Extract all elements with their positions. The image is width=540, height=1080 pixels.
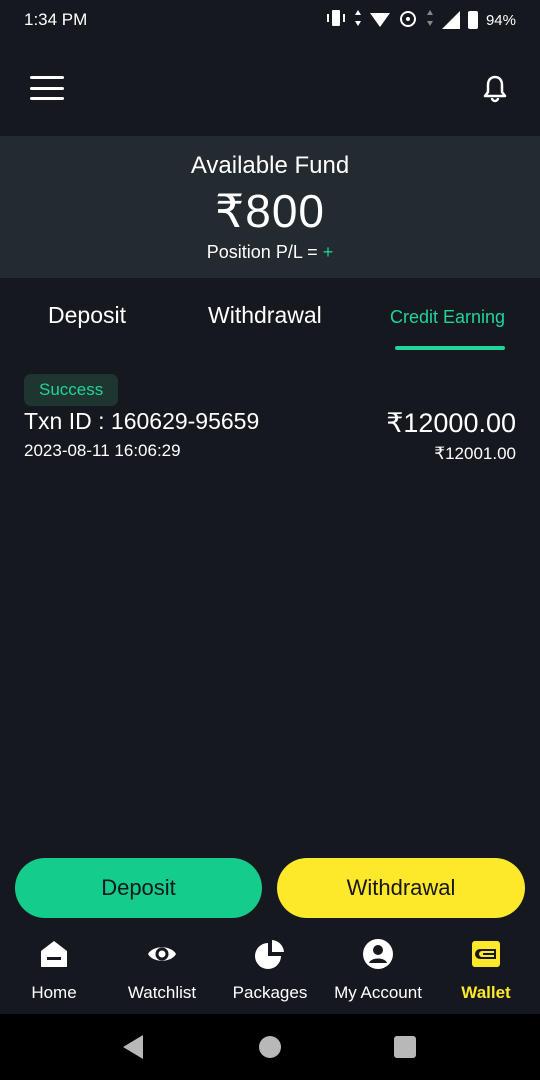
fund-title: Available Fund: [190, 152, 350, 179]
status-bar: 1:34 PM 94%: [0, 0, 540, 40]
nav-my-account-label: My Account: [334, 983, 422, 1002]
transaction-date: 2023-08-11 16:06:29: [24, 441, 181, 460]
battery-percent: 94%: [485, 11, 516, 29]
battery-icon: [467, 11, 478, 29]
wallet-tabs: Deposit Withdrawal Credit Earning: [0, 278, 540, 354]
tab-credit-earning[interactable]: Credit Earning: [390, 307, 505, 328]
eye-icon: [148, 947, 176, 961]
tab-withdrawal[interactable]: Withdrawal: [208, 302, 322, 329]
nav-home[interactable]: Home: [0, 928, 108, 1014]
signal-icon: [441, 11, 460, 29]
active-tab-indicator: [395, 346, 505, 350]
system-nav-bar: [0, 1014, 540, 1080]
data-arrows-icon: [354, 9, 362, 31]
nav-my-account[interactable]: My Account: [324, 928, 432, 1014]
bell-icon[interactable]: [480, 73, 510, 103]
fund-panel: Available Fund ₹800 Position P/L = +: [0, 136, 540, 278]
position-pl: Position P/L = +: [0, 242, 540, 263]
nav-packages-label: Packages: [232, 983, 308, 1002]
transaction-amount: ₹12000.00: [386, 408, 516, 438]
account-icon: [363, 939, 393, 969]
bottom-nav: Home Watchlist Packages My Account Walle…: [0, 928, 540, 1014]
tab-deposit[interactable]: Deposit: [48, 302, 126, 329]
vibrate-icon: [326, 9, 346, 31]
transaction-id: Txn ID : 160629-95659: [24, 408, 260, 434]
nav-packages[interactable]: Packages: [216, 928, 324, 1014]
withdrawal-button[interactable]: Withdrawal: [277, 858, 525, 918]
nav-wallet-label: Wallet: [461, 983, 511, 1002]
pie-chart-icon: [255, 940, 284, 969]
hotspot-icon: [398, 9, 418, 31]
status-icons: 94%: [326, 9, 516, 31]
fund-amount: ₹800: [214, 185, 325, 237]
deposit-button[interactable]: Deposit: [15, 858, 262, 918]
wifi-icon: [369, 13, 390, 27]
transaction-row[interactable]: Success Txn ID : 160629-95659 2023-08-11…: [24, 374, 516, 474]
app-header: [0, 40, 540, 136]
wallet-icon: [472, 941, 500, 967]
home-icon: [41, 941, 67, 967]
nav-wallet[interactable]: Wallet: [432, 928, 540, 1014]
transaction-sub-amount: ₹12001.00: [434, 444, 516, 463]
recents-icon[interactable]: [394, 1036, 416, 1058]
menu-icon[interactable]: [30, 76, 64, 100]
status-time: 1:34 PM: [24, 10, 88, 29]
nav-watchlist[interactable]: Watchlist: [108, 928, 216, 1014]
back-icon[interactable]: [123, 1035, 143, 1059]
nav-home-label: Home: [31, 983, 77, 1002]
nav-watchlist-label: Watchlist: [127, 983, 197, 1002]
position-label: Position P/L =: [206, 242, 323, 262]
position-value: +: [322, 242, 334, 262]
status-badge: Success: [24, 374, 119, 406]
home-circle-icon[interactable]: [259, 1036, 281, 1058]
data-arrows-icon-2: [426, 9, 434, 31]
